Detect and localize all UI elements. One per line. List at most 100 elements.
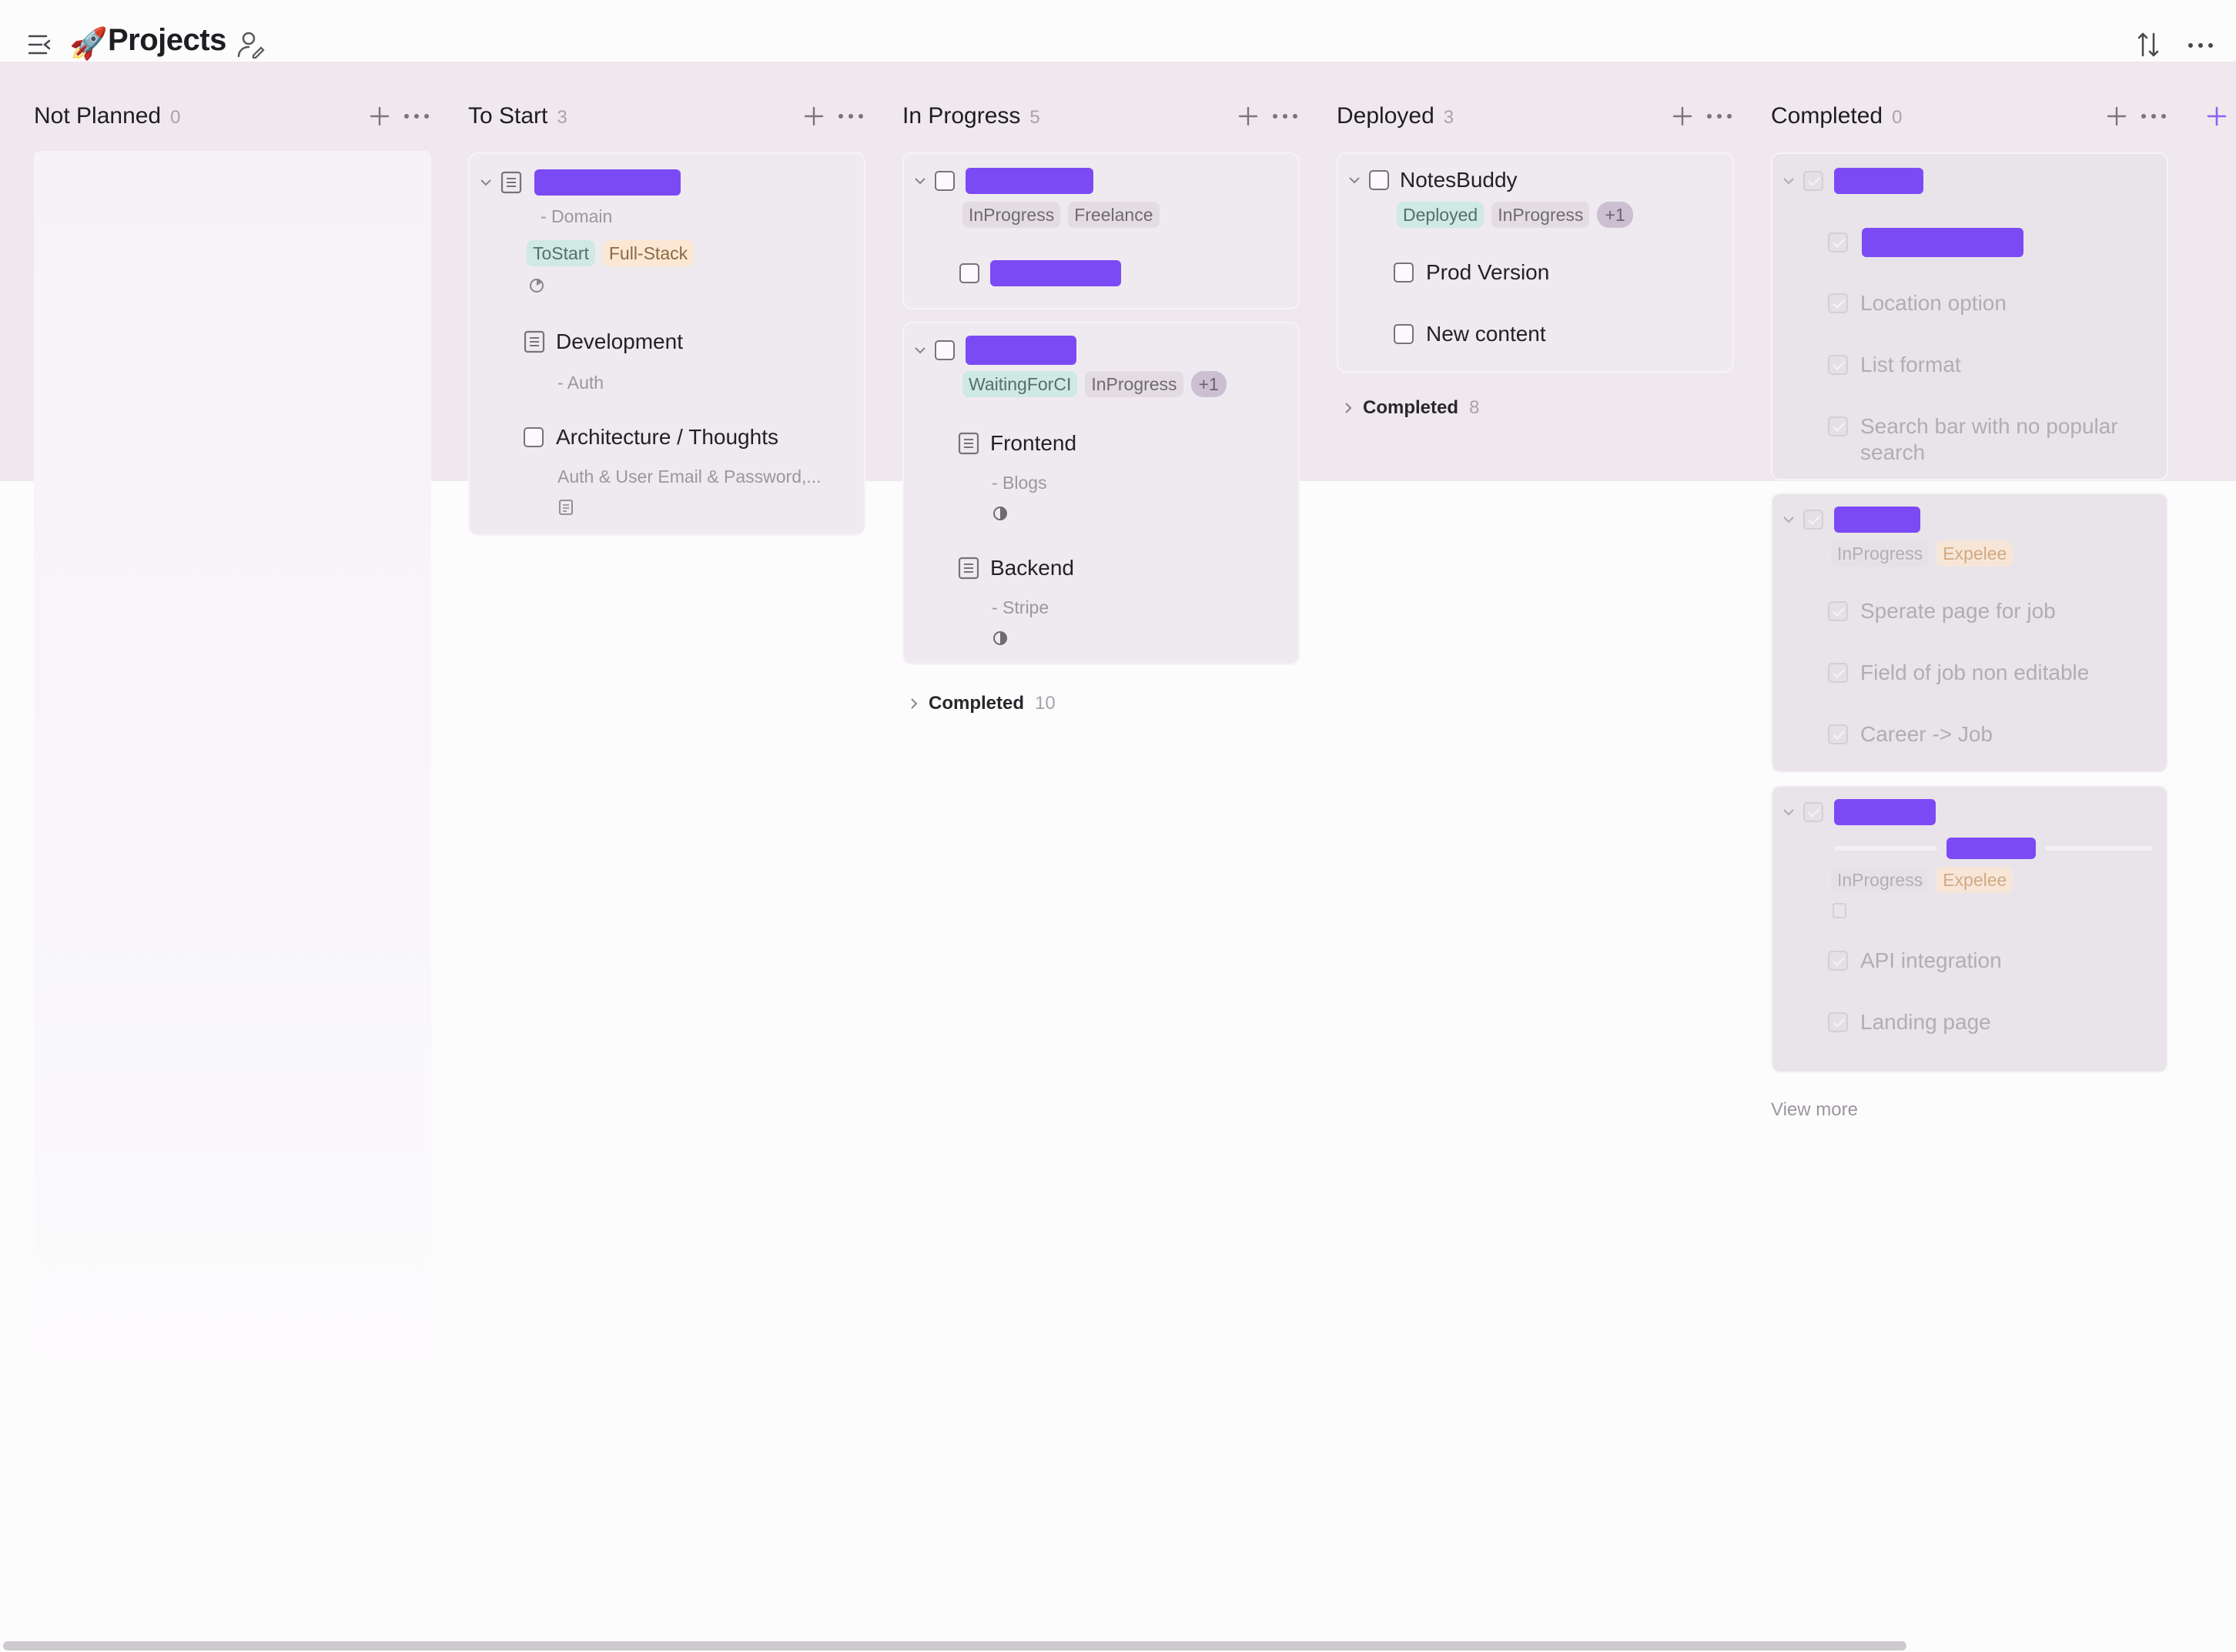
- add-card-icon[interactable]: [367, 103, 393, 129]
- share-user-icon[interactable]: [236, 29, 266, 60]
- add-card-icon[interactable]: [1669, 103, 1695, 129]
- checkbox-checked[interactable]: [1803, 802, 1823, 822]
- tag-freelance: Freelance: [1068, 202, 1160, 228]
- redacted-subtask: [990, 260, 1121, 286]
- chevron-down-icon[interactable]: [1780, 172, 1797, 189]
- column-title: Deployed: [1337, 103, 1434, 129]
- checkbox-checked[interactable]: [1828, 951, 1848, 971]
- chevron-down-icon[interactable]: [912, 172, 929, 189]
- horizontal-scrollbar-thumb[interactable]: [3, 1641, 1906, 1650]
- chevron-down-icon[interactable]: [912, 342, 929, 359]
- tag-inprogress: InProgress: [1831, 867, 1930, 893]
- checkbox[interactable]: [959, 263, 979, 283]
- child-title[interactable]: New content: [1426, 322, 1546, 346]
- add-card-icon[interactable]: [2104, 103, 2130, 129]
- redacted-title: [1834, 799, 1936, 825]
- checkbox-checked[interactable]: [1803, 510, 1823, 530]
- child-title[interactable]: Prod Version: [1426, 260, 1549, 285]
- child-subtitle: - Stripe: [992, 597, 1049, 617]
- child-title[interactable]: List format: [1860, 353, 1961, 377]
- child-title[interactable]: API integration: [1860, 948, 2002, 973]
- card-completed-2[interactable]: InProgress Expelee Sperate page for job …: [1772, 494, 2167, 771]
- tag-inprogress: InProgress: [1831, 540, 1930, 567]
- completed-group-toggle[interactable]: Completed 10: [905, 693, 1056, 714]
- document-icon: [500, 171, 522, 194]
- checkbox[interactable]: [1394, 324, 1414, 344]
- sort-icon[interactable]: [2134, 29, 2162, 60]
- checkbox[interactable]: [935, 171, 955, 191]
- child-title[interactable]: Location option: [1860, 291, 2007, 316]
- tag-full-stack: Full-Stack: [602, 240, 695, 266]
- checkbox[interactable]: [524, 427, 544, 447]
- chevron-down-icon[interactable]: [1780, 804, 1797, 821]
- child-subtitle: - Auth: [557, 373, 604, 393]
- child-title[interactable]: Career -> Job: [1860, 722, 1993, 747]
- chevron-down-icon[interactable]: [1346, 172, 1363, 189]
- checkbox[interactable]: [1394, 263, 1414, 283]
- checkbox-checked[interactable]: [1828, 601, 1848, 621]
- column-header-in-progress: In Progress 5: [902, 99, 1303, 135]
- chevron-down-icon[interactable]: [477, 174, 494, 191]
- checkbox-checked[interactable]: [1828, 663, 1848, 683]
- child-title[interactable]: Landing page: [1860, 1010, 1991, 1035]
- child-title[interactable]: Frontend: [990, 431, 1076, 456]
- checkbox-checked[interactable]: [1828, 355, 1848, 375]
- column-header-not-planned: Not Planned 0: [34, 99, 434, 135]
- column-count: 3: [557, 107, 567, 128]
- card-completed-3[interactable]: InProgress Expelee API integration Landi…: [1772, 787, 2167, 1072]
- redacted-subtitle: [1946, 838, 2036, 859]
- card-in-progress-2[interactable]: WaitingForCI InProgress +1 Frontend - Bl…: [904, 323, 1298, 664]
- column-count: 5: [1029, 107, 1040, 128]
- checkbox-checked[interactable]: [1828, 232, 1848, 252]
- column-more-icon[interactable]: [1705, 106, 1734, 126]
- card-subtitle: - Domain: [541, 206, 613, 226]
- checkbox[interactable]: [935, 340, 955, 360]
- top-bar: [0, 0, 2236, 62]
- add-card-icon[interactable]: [1235, 103, 1261, 129]
- column-more-icon[interactable]: [836, 106, 865, 126]
- column-count: 0: [170, 107, 181, 128]
- empty-column-drop-area[interactable]: [34, 151, 431, 1506]
- checkbox-checked[interactable]: [1828, 1012, 1848, 1032]
- tag-more-count[interactable]: +1: [1190, 371, 1227, 397]
- checkbox-checked[interactable]: [1828, 724, 1848, 744]
- column-more-icon[interactable]: [2139, 106, 2168, 126]
- chevron-right-icon: [905, 695, 922, 712]
- more-icon[interactable]: [2185, 34, 2216, 57]
- child-title[interactable]: Backend: [990, 556, 1074, 580]
- add-card-icon[interactable]: [801, 103, 827, 129]
- add-column-icon[interactable]: [2204, 103, 2230, 129]
- redacted-title: [1834, 168, 1923, 194]
- card-deployed-1[interactable]: NotesBuddy Deployed InProgress +1 Prod V…: [1338, 154, 1732, 371]
- column-header-completed: Completed 0: [1771, 99, 2171, 135]
- tag-expelee: Expelee: [1936, 540, 2013, 567]
- child-title[interactable]: Sperate page for job: [1860, 599, 2056, 624]
- completed-group-toggle[interactable]: Completed 8: [1340, 397, 1479, 419]
- column-title: Completed: [1771, 103, 1883, 129]
- checkbox-checked[interactable]: [1828, 293, 1848, 313]
- column-more-icon[interactable]: [1270, 106, 1300, 126]
- child-title[interactable]: Field of job non editable: [1860, 660, 2089, 685]
- checkbox-checked[interactable]: [1828, 416, 1848, 436]
- chevron-down-icon[interactable]: [1780, 511, 1797, 528]
- notes-icon: [1831, 902, 1848, 919]
- view-more-link[interactable]: View more: [1771, 1099, 1858, 1121]
- child-title[interactable]: Architecture / Thoughts: [556, 425, 778, 450]
- checkbox-checked[interactable]: [1803, 171, 1823, 191]
- redacted-title: [534, 169, 681, 196]
- checkbox[interactable]: [1369, 170, 1389, 190]
- child-title[interactable]: Search bar with no popular: [1860, 414, 2118, 439]
- card-completed-1[interactable]: Location option List format Search bar w…: [1772, 154, 2167, 479]
- card-to-start-1[interactable]: - Domain ToStart Full-Stack Development …: [470, 154, 864, 534]
- redacted-title: [1834, 507, 1920, 533]
- tag-more-count[interactable]: +1: [1597, 202, 1633, 228]
- notes-icon: [557, 499, 574, 516]
- group-count: 10: [1035, 693, 1056, 714]
- menu-icon[interactable]: [26, 29, 57, 60]
- card-in-progress-1[interactable]: InProgress Freelance: [904, 154, 1298, 308]
- column-more-icon[interactable]: [402, 106, 431, 126]
- column-title: To Start: [468, 103, 548, 129]
- child-title[interactable]: Development: [556, 329, 683, 354]
- page-title: Projects: [108, 23, 226, 57]
- card-title[interactable]: NotesBuddy: [1400, 168, 1518, 192]
